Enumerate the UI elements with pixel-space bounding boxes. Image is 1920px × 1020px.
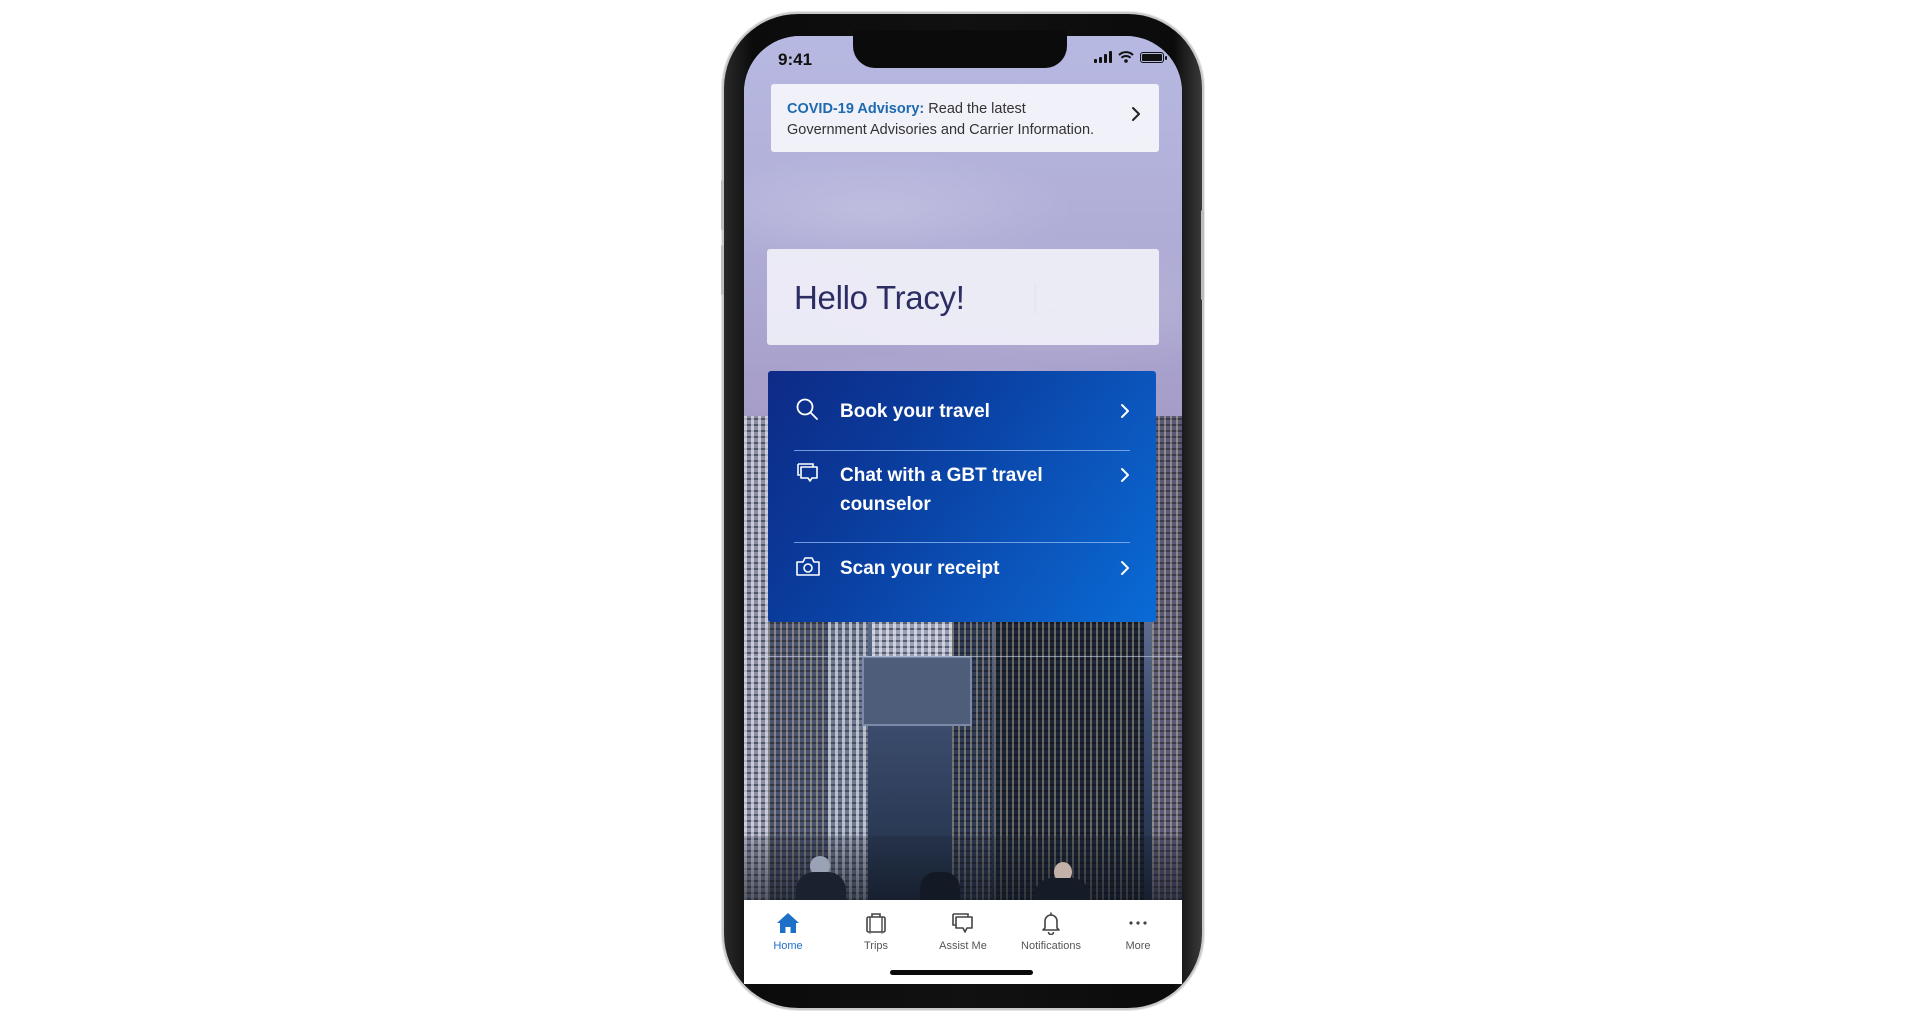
action-label: Book your travel — [840, 401, 990, 422]
chat-icon — [797, 463, 818, 482]
tab-label: More — [1125, 940, 1151, 952]
home-indicator[interactable] — [890, 970, 1033, 975]
tab-assist-me[interactable]: Assist Me — [919, 910, 1007, 952]
tab-home[interactable]: Home — [744, 910, 832, 952]
advisory-line-2: Government Advisories and Carrier Inform… — [787, 122, 1095, 138]
advisory-title: COVID-19 Advisory: — [787, 101, 925, 117]
more-dots-icon — [1129, 921, 1147, 925]
tab-label: Assist Me — [939, 940, 987, 952]
tab-label: Home — [773, 940, 803, 952]
chevron-right-icon — [1121, 561, 1129, 575]
status-time: 9:41 — [778, 50, 813, 69]
tab-more[interactable]: More — [1094, 910, 1182, 952]
advisory-line-1: COVID-19 Advisory: Read the latest — [787, 99, 1143, 120]
home-icon — [777, 913, 799, 933]
chevron-right-icon — [1132, 107, 1140, 121]
chevron-right-icon — [1121, 468, 1129, 482]
chevron-right-icon — [1121, 404, 1129, 418]
cellular-signal-icon — [1094, 51, 1112, 63]
action-label: Chat with a GBT travel counselor — [840, 465, 1043, 515]
greeting-card: Hello Tracy! — [767, 249, 1159, 345]
action-divider — [794, 542, 1130, 543]
phone-volume-button — [721, 180, 724, 230]
battery-icon — [1140, 51, 1167, 63]
tab-label: Notifications — [1021, 940, 1081, 952]
wifi-icon — [1118, 51, 1134, 63]
action-divider — [794, 450, 1130, 451]
phone-side-button — [1201, 210, 1204, 300]
greeting-text: Hello Tracy! — [794, 279, 965, 316]
tab-notifications[interactable]: Notifications — [1007, 910, 1095, 952]
tab-label: Trips — [863, 940, 889, 952]
phone-notch — [853, 30, 1067, 68]
chat-icon — [952, 913, 973, 933]
covid-advisory-banner[interactable]: COVID-19 Advisory: Read the latest Gover… — [771, 84, 1159, 152]
action-label: Scan your receipt — [840, 558, 1000, 579]
action-chat-counselor[interactable]: Chat with a GBT travel counselor — [794, 461, 1130, 519]
background-glass-rail — [744, 656, 1182, 657]
background-rooftop — [862, 656, 972, 726]
advisory-text: Read the latest — [924, 101, 1026, 117]
suitcase-icon — [866, 913, 886, 934]
bell-icon — [1042, 912, 1060, 935]
camera-icon — [796, 557, 820, 576]
quick-actions-card: Book your travel Chat with a GBT travel … — [768, 371, 1156, 622]
tab-trips[interactable]: Trips — [832, 910, 920, 952]
search-icon — [796, 398, 818, 420]
action-book-travel[interactable]: Book your travel — [794, 397, 1130, 426]
phone-volume-button — [721, 245, 724, 295]
action-scan-receipt[interactable]: Scan your receipt — [794, 554, 1130, 583]
status-icons — [1094, 51, 1167, 63]
